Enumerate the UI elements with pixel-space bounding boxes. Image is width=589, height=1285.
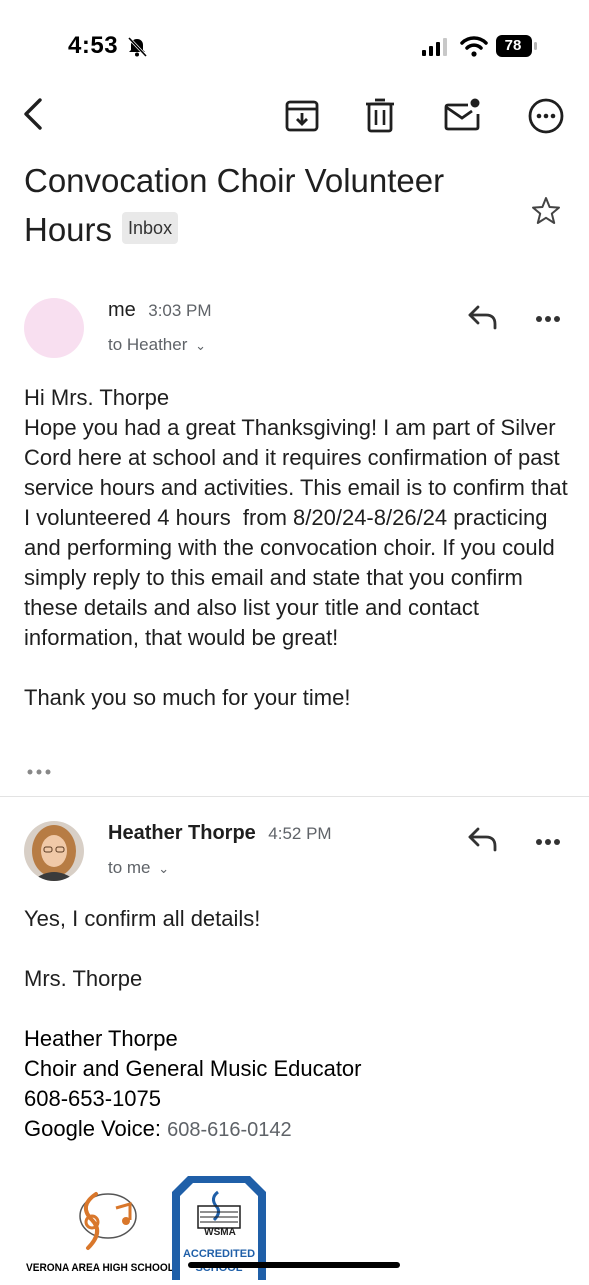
chevron-down-icon: ⌄: [158, 861, 170, 876]
signature-name: Heather Thorpe: [24, 1026, 178, 1051]
recipient-text: to me: [108, 858, 151, 877]
reply-icon[interactable]: [466, 302, 500, 332]
show-trimmed-content-icon[interactable]: [26, 764, 52, 775]
wsma-text: WSMA: [204, 1227, 236, 1238]
signature-phone: 608-653-1075: [24, 1086, 162, 1111]
reply-closing: Mrs. Thorpe: [24, 966, 143, 991]
google-voice-number[interactable]: 608-616-0142: [167, 1119, 292, 1141]
accredited-text: ACCREDITED: [182, 1248, 256, 1260]
subject-line-2: Hours: [24, 211, 113, 248]
home-indicator[interactable]: [188, 1262, 400, 1268]
sender-name: me: [108, 299, 136, 321]
cellular-signal-icon: [422, 38, 448, 56]
message-header: me 3:03 PM: [108, 299, 212, 322]
reply-icon[interactable]: [466, 824, 500, 854]
chevron-down-icon: ⌄: [195, 338, 207, 353]
inbox-label-chip[interactable]: Inbox: [122, 212, 179, 245]
signature-title: Choir and General Music Educator: [24, 1056, 362, 1081]
avatar: [24, 298, 84, 358]
message-body: Hi Mrs. Thorpe Hope you had a great Than…: [24, 385, 568, 710]
message-divider: [0, 796, 589, 797]
trash-icon[interactable]: [360, 96, 400, 136]
message-time: 4:52 PM: [268, 824, 332, 843]
reply-body-line: Yes, I confirm all details!: [24, 906, 261, 931]
recipient-toggle[interactable]: to Heather ⌄: [108, 335, 206, 355]
signature-google-voice: Google Voice: 608-616-0142: [24, 1114, 292, 1145]
email-subject: Convocation Choir Volunteer Hours Inbox: [24, 156, 504, 254]
wifi-icon: [460, 35, 488, 57]
message-more-icon[interactable]: [534, 311, 564, 322]
subject-line-1: Convocation Choir Volunteer: [24, 162, 445, 199]
mail-unread-icon[interactable]: [442, 96, 482, 136]
sender-name: Heather Thorpe: [108, 822, 256, 844]
back-arrow-icon[interactable]: [14, 94, 54, 134]
google-voice-label: Google Voice:: [24, 1116, 161, 1141]
battery-level: 78: [504, 37, 522, 54]
school-logo-text: VERONA AREA HIGH SCHOOL: [26, 1262, 174, 1274]
message-more-icon[interactable]: [534, 834, 564, 845]
message-header: Heather Thorpe 4:52 PM: [108, 822, 332, 845]
avatar: [24, 821, 84, 881]
archive-icon[interactable]: [282, 96, 322, 136]
recipient-text: to Heather: [108, 335, 188, 354]
status-time: 4:53: [68, 32, 119, 59]
star-icon[interactable]: [530, 195, 562, 227]
recipient-toggle[interactable]: to me ⌄: [108, 858, 169, 878]
school-logo: VERONA AREA HIGH SCHOOL: [26, 1186, 174, 1280]
more-options-icon[interactable]: [526, 96, 566, 136]
message-time: 3:03 PM: [148, 301, 212, 320]
bell-muted-icon: [126, 36, 148, 58]
